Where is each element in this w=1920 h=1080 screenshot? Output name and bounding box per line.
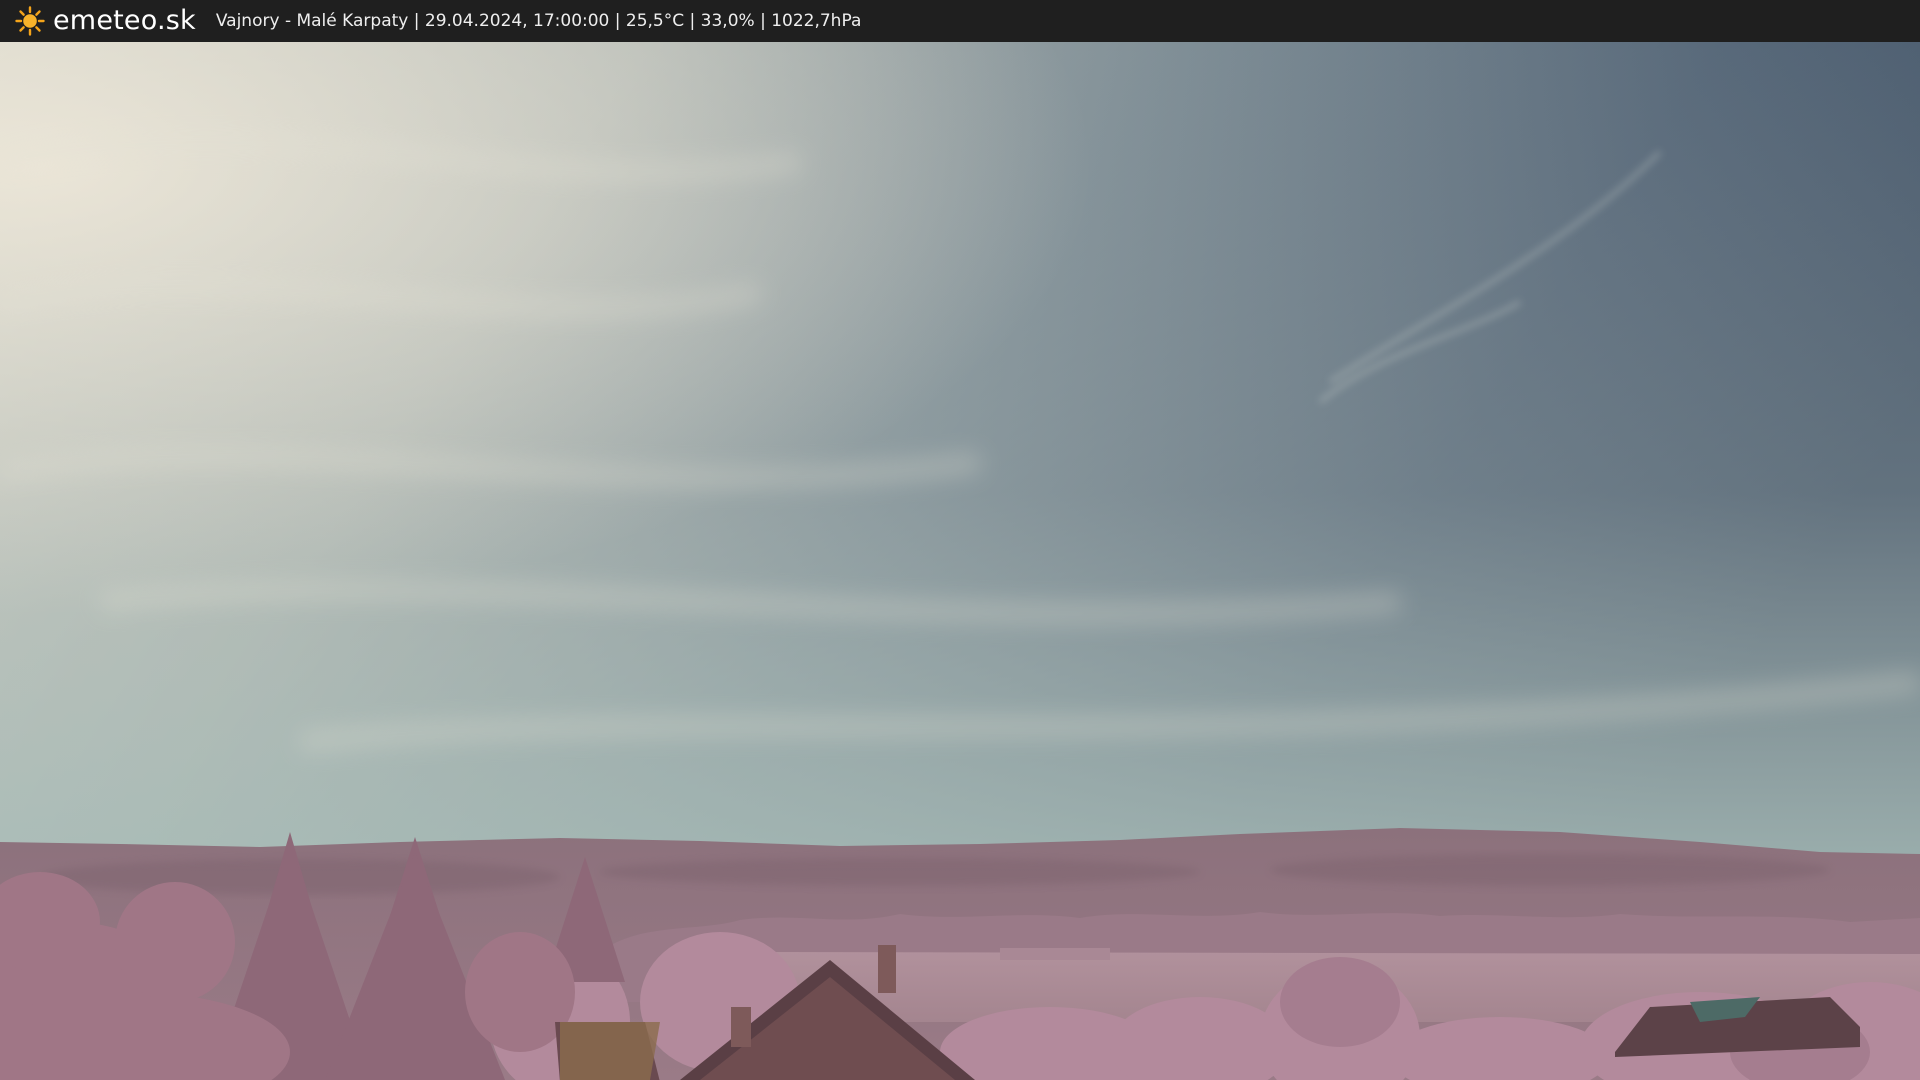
station-info-text: Vajnory - Malé Karpaty | 29.04.2024, 17:…: [215, 11, 862, 31]
webcam-header-bar: emeteo.sk Vajnory - Malé Karpaty | 29.04…: [0, 0, 1920, 42]
sun-icon: [15, 6, 45, 36]
webcam-image: [0, 42, 1920, 1080]
site-logo-text[interactable]: emeteo.sk: [53, 0, 196, 42]
